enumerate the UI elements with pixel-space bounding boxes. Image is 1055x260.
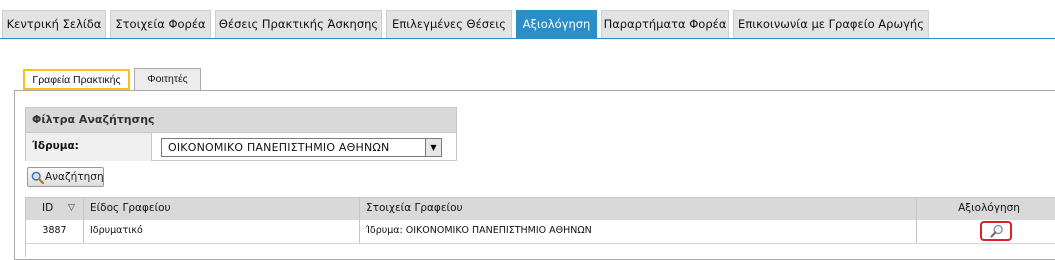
results-table: ID ▽ Είδος Γραφείου Στοιχεία Γραφείου Αξ… [25,197,1055,257]
dropdown-arrow-icon[interactable]: ▼ [425,139,441,156]
filters-title: Φίλτρα Αναζήτησης [26,108,456,133]
tab-internship-positions[interactable]: Θέσεις Πρακτικής Άσκησης [215,10,382,38]
tab-evaluation[interactable]: Αξιολόγηση [516,10,597,38]
column-header-office-type[interactable]: Είδος Γραφείου [84,198,360,220]
subtab-internship-offices[interactable]: Γραφεία Πρακτικής [23,69,130,90]
column-header-id-label: ID [42,202,54,214]
table-header: ID ▽ Είδος Γραφείου Στοιχεία Γραφείου Αξ… [26,198,1055,221]
tab-organization-branches[interactable]: Παραρτήματα Φορέα [601,10,729,38]
tab-contact-helpdesk[interactable]: Επικοινωνία με Γραφείο Αρωγής [733,10,929,38]
filter-row-institution: Ίδρυμα: ΟΙΚΟΝΟΜΙΚΟ ΠΑΝΕΠΙΣΤΗΜΙΟ ΑΘΗΝΩΝ ▼ [26,133,456,161]
column-header-office-details[interactable]: Στοιχεία Γραφείου [360,198,917,220]
main-navigation: Κεντρική Σελίδα Στοιχεία Φορέα Θέσεις Πρ… [0,10,1055,38]
nav-divider [0,38,1055,39]
column-header-id[interactable]: ID ▽ [26,198,84,220]
institution-select[interactable]: ΟΙΚΟΝΟΜΙΚΟ ΠΑΝΕΠΙΣΤΗΜΙΟ ΑΘΗΝΩΝ ▼ [161,138,442,157]
search-button-label: Αναζήτηση [45,171,104,183]
magnifier-icon [990,224,1003,238]
cell-evaluation [917,220,1055,243]
cell-office-type: Ιδρυματικό [84,220,360,243]
column-header-evaluation: Αξιολόγηση [958,202,1020,214]
evaluate-button[interactable] [980,221,1012,241]
table-row: 3887 Ιδρυματικό Ίδρυμα: ΟΙΚΟΝΟΜΙΚΟ ΠΑΝΕΠ… [26,220,1055,244]
tab-selected-positions[interactable]: Επιλεγμένες Θέσεις [386,10,512,38]
institution-select-value: ΟΙΚΟΝΟΜΙΚΟ ΠΑΝΕΠΙΣΤΗΜΙΟ ΑΘΗΝΩΝ [168,141,390,154]
subtab-students[interactable]: Φοιτητές [134,68,201,90]
cell-office-details: Ίδρυμα: ΟΙΚΟΝΟΜΙΚΟ ΠΑΝΕΠΙΣΤΗΜΙΟ ΑΘΗΝΩΝ [360,220,917,243]
magnifier-icon [31,171,44,184]
search-filters: Φίλτρα Αναζήτησης Ίδρυμα: ΟΙΚΟΝΟΜΙΚΟ ΠΑΝ… [25,107,457,161]
tab-organization-details[interactable]: Στοιχεία Φορέα [110,10,211,38]
tab-home[interactable]: Κεντρική Σελίδα [2,10,106,38]
institution-label: Ίδρυμα: [26,133,152,161]
search-button[interactable]: Αναζήτηση [27,167,104,187]
cell-id: 3887 [26,220,84,243]
sort-arrow-icon[interactable]: ▽ [68,198,75,219]
